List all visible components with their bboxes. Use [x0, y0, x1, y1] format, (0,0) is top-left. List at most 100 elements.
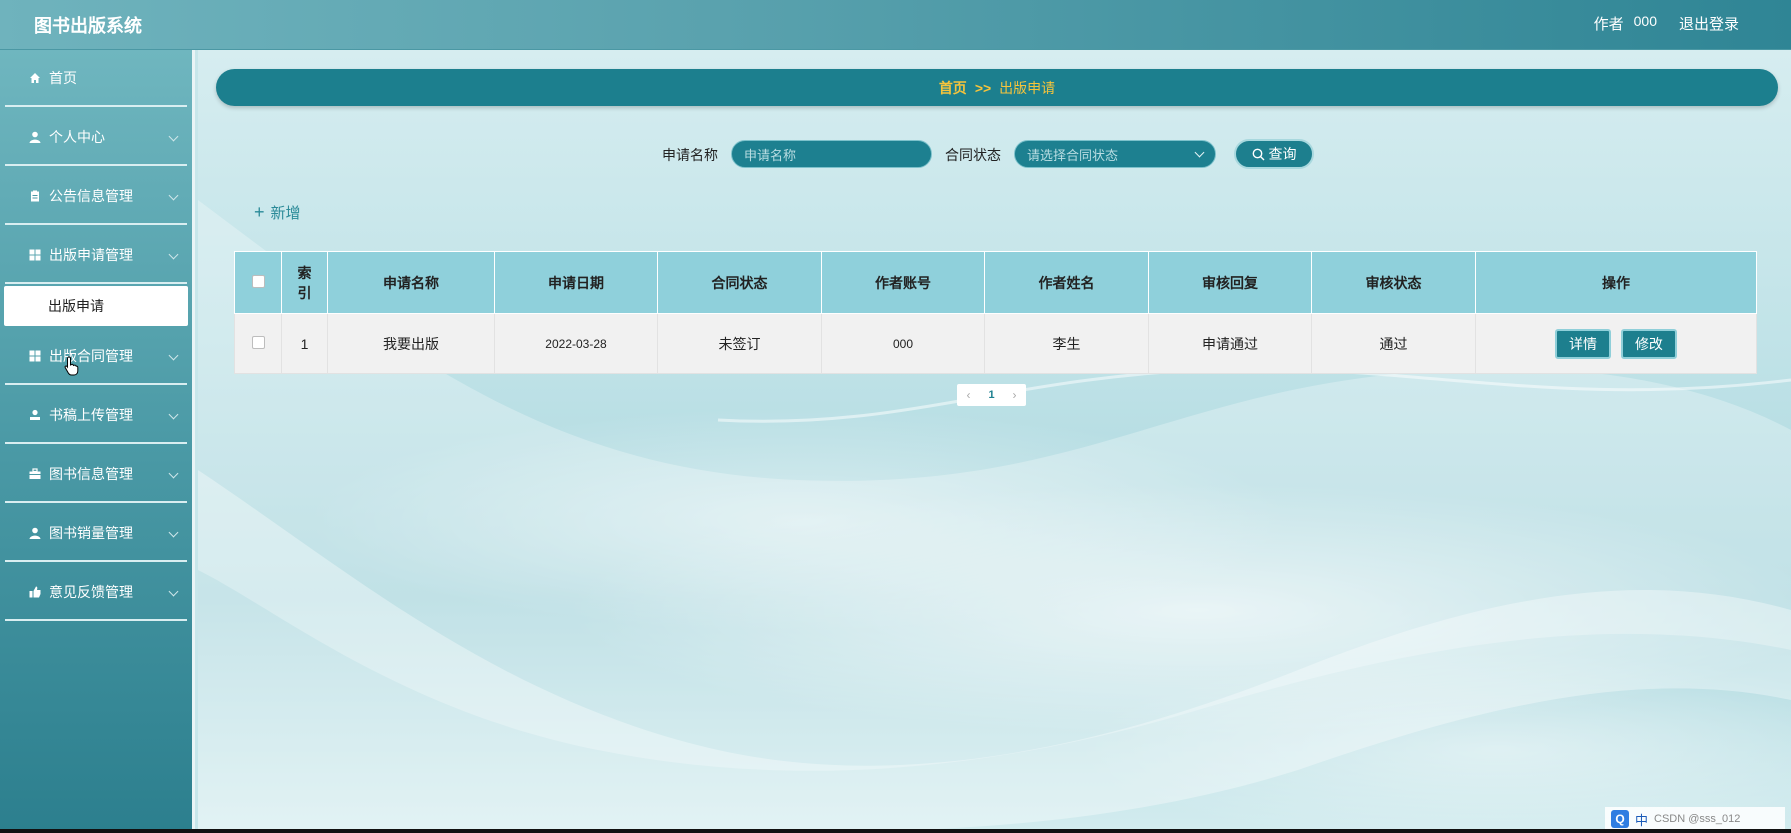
chevron-down-icon [168, 249, 179, 260]
briefcase-icon [29, 467, 41, 480]
chevron-down-icon [168, 131, 179, 142]
chevron-down-icon [1194, 147, 1205, 158]
select-all-cell [234, 251, 282, 314]
cell-contract-status: 未签订 [657, 313, 822, 374]
plus-icon: + [254, 202, 265, 222]
query-button[interactable]: 查询 [1234, 139, 1314, 169]
breadcrumb-separator: >> [974, 79, 992, 96]
sidebar-item-label: 公告信息管理 [49, 187, 133, 204]
contract-status-select[interactable]: 请选择合同状态 [1014, 140, 1216, 168]
sidebar-item-label: 个人中心 [49, 128, 105, 145]
sidebar-item-label: 书稿上传管理 [49, 406, 133, 423]
breadcrumb: 首页 >> 出版申请 [216, 69, 1778, 106]
feedback-icon [29, 586, 41, 598]
search-icon [1252, 148, 1264, 160]
sidebar-item-label: 出版合同管理 [49, 347, 133, 364]
table-header: 申请名称 [327, 251, 495, 314]
row-checkbox[interactable] [251, 335, 265, 349]
table-header: 操作 [1475, 251, 1757, 314]
app-title: 图书出版系统 [34, 16, 142, 37]
grid-icon [29, 249, 41, 261]
sidebar-item-publish-application[interactable]: 出版申请管理 [5, 227, 187, 284]
user-icon [29, 131, 41, 143]
contract-status-label: 合同状态 [945, 147, 1001, 163]
query-button-label: 查询 [1268, 146, 1297, 162]
table-header-row: 索引 申请名称 申请日期 合同状态 作者账号 作者姓名 审核回复 审核状态 操作 [234, 251, 1757, 314]
sidebar: 首页 个人中心 公告信息管理 出版申请管理 出版申请 出版合同管理 书稿上传管理… [0, 50, 195, 833]
edit-button[interactable]: 修改 [1620, 328, 1677, 359]
chevron-down-icon [168, 586, 179, 597]
add-button[interactable]: + 新增 [254, 202, 301, 223]
cell-index: 1 [281, 313, 328, 374]
select-all-checkbox[interactable] [251, 274, 265, 288]
sidebar-item-book-sales[interactable]: 图书销量管理 [5, 505, 187, 562]
cell-review-status: 通过 [1311, 313, 1476, 374]
sidebar-item-contracts[interactable]: 出版合同管理 [5, 328, 187, 385]
cell-author-name: 李生 [984, 313, 1149, 374]
application-table: 索引 申请名称 申请日期 合同状态 作者账号 作者姓名 审核回复 审核状态 操作… [234, 251, 1757, 374]
home-icon [29, 72, 41, 84]
breadcrumb-home[interactable]: 首页 [939, 78, 967, 98]
table-header: 审核状态 [1311, 251, 1476, 314]
grid-icon [29, 350, 41, 362]
sidebar-item-label: 出版申请管理 [49, 246, 133, 263]
bottom-edge [0, 829, 1791, 833]
header-user-area: 作者 000 退出登录 [1594, 13, 1739, 34]
chevron-down-icon [168, 468, 179, 479]
table-header: 合同状态 [657, 251, 822, 314]
prev-page-icon[interactable]: ‹ [957, 384, 980, 406]
row-select-cell [234, 313, 282, 374]
table-header: 申请日期 [494, 251, 658, 314]
sidebar-item-label: 图书信息管理 [49, 465, 133, 482]
page-number[interactable]: 1 [980, 384, 1003, 406]
chevron-down-icon [168, 190, 179, 201]
contract-status-placeholder: 请选择合同状态 [1027, 147, 1119, 163]
chevron-down-icon [168, 527, 179, 538]
add-button-label: 新增 [270, 205, 301, 222]
table-header: 作者姓名 [984, 251, 1149, 314]
cell-name: 我要出版 [327, 313, 495, 374]
next-page-icon[interactable]: › [1003, 384, 1026, 406]
chevron-down-icon [168, 350, 179, 361]
cell-actions: 详情 修改 [1475, 313, 1757, 374]
sidebar-subitem-label: 出版申请 [48, 298, 104, 314]
sidebar-item-announcements[interactable]: 公告信息管理 [5, 168, 187, 225]
sidebar-subitem-publish-application[interactable]: 出版申请 [4, 286, 188, 326]
sidebar-item-manuscripts[interactable]: 书稿上传管理 [5, 387, 187, 444]
table-header: 作者账号 [821, 251, 985, 314]
ime-language[interactable]: 中 [1635, 810, 1648, 829]
detail-button[interactable]: 详情 [1555, 328, 1612, 359]
top-header: 图书出版系统 作者 000 退出登录 [0, 0, 1791, 50]
cell-review-reply: 申请通过 [1148, 313, 1312, 374]
watermark: CSDN @sss_012 [1654, 813, 1741, 825]
logout-button[interactable]: 退出登录 [1679, 13, 1739, 34]
table-row: 1 我要出版 2022-03-28 未签订 000 李生 申请通过 通过 详情 … [234, 313, 1757, 374]
clipboard-icon [29, 190, 41, 202]
breadcrumb-current: 出版申请 [999, 79, 1056, 96]
user-id: 000 [1633, 13, 1657, 29]
chevron-down-icon [168, 409, 179, 420]
col-index: 索引 [297, 264, 312, 301]
sidebar-item-label: 图书销量管理 [49, 524, 133, 541]
user-icon [29, 527, 41, 539]
table-header: 索引 [281, 251, 328, 314]
ime-logo-icon: Q [1611, 810, 1629, 828]
sidebar-item-label: 首页 [49, 69, 77, 86]
application-name-input[interactable]: 申请名称 [731, 140, 932, 168]
user-role: 作者 [1593, 16, 1624, 33]
sidebar-item-personal-center[interactable]: 个人中心 [5, 109, 187, 166]
sidebar-item-home[interactable]: 首页 [5, 50, 187, 107]
application-name-label: 申请名称 [662, 147, 718, 163]
user-info: 作者 000 [1594, 13, 1657, 34]
upload-user-icon [29, 409, 41, 421]
search-bar: 申请名称 申请名称 合同状态 请选择合同状态 查询 [198, 139, 1791, 169]
sidebar-item-feedback[interactable]: 意见反馈管理 [5, 564, 187, 621]
cell-account: 000 [821, 313, 985, 374]
sidebar-item-book-info[interactable]: 图书信息管理 [5, 446, 187, 503]
main-content: 首页 >> 出版申请 申请名称 申请名称 合同状态 请选择合同状态 查询 + 新… [198, 50, 1791, 833]
ime-toolbar: Q 中 CSDN @sss_012 [1605, 807, 1785, 831]
pagination: ‹ 1 › [957, 384, 1026, 406]
sidebar-item-label: 意见反馈管理 [49, 583, 133, 600]
table-header: 审核回复 [1148, 251, 1312, 314]
hand-cursor-icon [64, 356, 79, 376]
